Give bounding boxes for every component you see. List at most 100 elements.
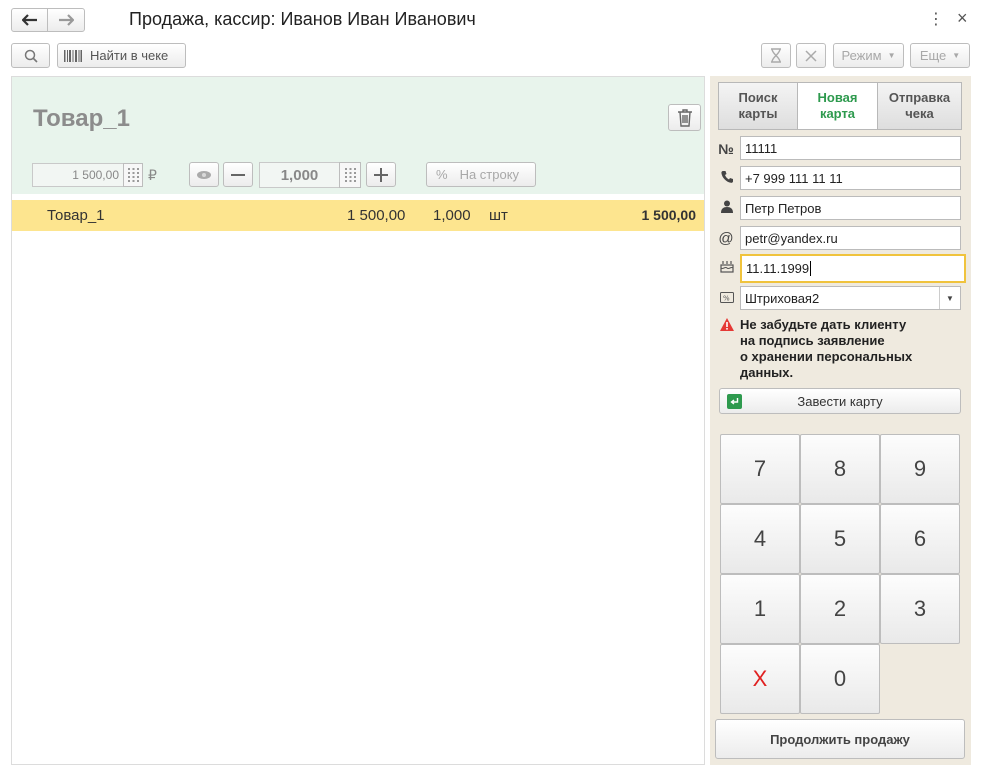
postpone-button[interactable] — [761, 43, 791, 68]
dropdown-button[interactable]: ▼ — [939, 287, 960, 309]
more-options-icon[interactable]: ⋮ — [928, 9, 944, 29]
numpad-key-3[interactable]: 3 — [880, 574, 960, 644]
arrow-right-icon — [59, 14, 74, 26]
email-at-icon: @ — [718, 230, 734, 247]
eye-icon — [197, 170, 211, 179]
warning-line: на подпись заявление — [740, 333, 885, 348]
tab-label-line: Отправка — [888, 90, 951, 105]
chevron-down-icon: ▼ — [952, 51, 961, 60]
continue-sale-label: Продолжить продажу — [770, 731, 910, 747]
tab-label-line: чека — [905, 106, 934, 121]
quantity-value: 1,000 — [280, 166, 319, 184]
continue-sale-button[interactable]: Продолжить продажу — [715, 719, 965, 759]
warning-line: о хранении персональных — [740, 349, 913, 364]
warning-line: данных. — [740, 365, 794, 380]
product-editor: Товар_1 1 500,00 ₽ 1,000 % На строку — [12, 77, 704, 194]
quantity-field[interactable]: 1,000 — [259, 162, 340, 188]
birthday-cake-icon — [718, 261, 736, 276]
cancel-button[interactable] — [796, 43, 826, 68]
tab-label-line: Новая — [817, 90, 858, 105]
birthday-value: 11.11.1999 — [746, 261, 810, 276]
row-price: 1 500,00 — [347, 207, 406, 224]
personal-data-warning: Не забудьте дать клиенту на подпись заяв… — [740, 317, 960, 381]
enter-icon — [727, 394, 742, 409]
numpad-clear-key[interactable]: X — [720, 644, 800, 714]
chevron-down-icon: ▼ — [887, 51, 896, 60]
numpad-key-0[interactable]: 0 — [800, 644, 880, 714]
create-card-label: Завести карту — [797, 393, 883, 409]
card-type-icon: % — [718, 291, 736, 306]
numpad-key-9[interactable]: 9 — [880, 434, 960, 504]
numpad-key-8[interactable]: 8 — [800, 434, 880, 504]
barcode-icon — [64, 49, 82, 62]
more-label: Еще — [919, 48, 947, 63]
numpad-key-2[interactable]: 2 — [800, 574, 880, 644]
price-keypad-button[interactable] — [123, 163, 143, 187]
chevron-down-icon: ▼ — [946, 293, 954, 303]
mode-label: Режим — [841, 48, 882, 63]
phone-icon — [718, 170, 736, 186]
warning-line: Не забудьте дать клиенту — [740, 317, 907, 332]
birthday-field[interactable]: 11.11.1999 — [740, 254, 966, 283]
person-icon — [718, 200, 736, 216]
price-value: 1 500,00 — [72, 168, 119, 182]
number-label: № — [718, 141, 734, 157]
line-discount-button[interactable]: % На строку — [426, 162, 536, 187]
create-card-button[interactable]: Завести карту — [719, 388, 961, 414]
table-row[interactable]: Товар_1 1 500,00 1,000 шт 1 500,00 — [12, 200, 704, 231]
numpad-key-7[interactable]: 7 — [720, 434, 800, 504]
card-type-select[interactable]: Штриховая2 ▼ — [740, 286, 961, 310]
keypad-icon — [344, 168, 356, 182]
hourglass-icon — [771, 48, 781, 63]
minus-icon — [231, 173, 245, 176]
cross-icon — [805, 49, 817, 62]
warning-icon — [718, 318, 736, 334]
find-in-receipt-button[interactable]: Найти в чеке — [57, 43, 186, 68]
numpad-key-6[interactable]: 6 — [880, 504, 960, 574]
tab-send-receipt[interactable]: Отправка чека — [877, 82, 962, 130]
email-field[interactable]: petr@yandex.ru — [740, 226, 961, 250]
card-number-field[interactable]: 11111 — [740, 136, 961, 160]
card-type-value: Штриховая2 — [745, 290, 820, 306]
more-dropdown[interactable]: Еще ▼ — [910, 43, 970, 68]
tab-search-card[interactable]: Поиск карты — [718, 82, 798, 130]
search-button[interactable] — [11, 43, 50, 68]
search-icon — [24, 49, 38, 63]
numpad-key-5[interactable]: 5 — [800, 504, 880, 574]
find-in-receipt-label: Найти в чеке — [90, 48, 169, 63]
row-sum: 1 500,00 — [641, 207, 697, 223]
plus-icon — [374, 167, 388, 182]
page-title: Продажа, кассир: Иванов Иван Иванович — [129, 9, 476, 29]
view-button[interactable] — [189, 162, 219, 187]
trash-icon — [677, 108, 692, 127]
increase-quantity-button[interactable] — [366, 162, 396, 187]
line-discount-label: На строку — [459, 167, 520, 182]
text-cursor — [810, 261, 812, 276]
keypad-icon — [127, 168, 139, 182]
quantity-keypad-button[interactable] — [339, 162, 361, 188]
receipt-panel: Товар_1 1 500,00 ₽ 1,000 % На строку Тов… — [11, 76, 705, 765]
currency-sign: ₽ — [148, 167, 157, 183]
svg-text:%: % — [723, 295, 730, 303]
row-unit: шт — [489, 207, 508, 224]
numpad-key-1[interactable]: 1 — [720, 574, 800, 644]
phone-field[interactable]: +7 999 111 11 11 — [740, 166, 961, 190]
back-button[interactable] — [11, 8, 48, 32]
row-name: Товар_1 — [47, 207, 105, 224]
delete-button[interactable] — [668, 104, 701, 131]
client-name-field[interactable]: Петр Петров — [740, 196, 961, 220]
tab-label-line: Поиск — [738, 90, 778, 105]
price-field[interactable]: 1 500,00 — [32, 163, 124, 187]
tab-label-line: карта — [819, 106, 856, 121]
tab-label-line: карты — [738, 106, 778, 121]
decrease-quantity-button[interactable] — [223, 162, 253, 187]
forward-button[interactable] — [47, 8, 85, 32]
mode-dropdown[interactable]: Режим ▼ — [833, 43, 904, 68]
loyalty-card-panel: Поиск карты Новая карта Отправка чека № 111… — [710, 76, 971, 765]
close-icon[interactable]: × — [957, 8, 968, 29]
arrow-left-icon — [21, 14, 37, 26]
numpad-key-4[interactable]: 4 — [720, 504, 800, 574]
percent-icon: % — [436, 167, 448, 182]
product-title: Товар_1 — [33, 105, 130, 132]
tab-new-card[interactable]: Новая карта — [797, 82, 878, 130]
